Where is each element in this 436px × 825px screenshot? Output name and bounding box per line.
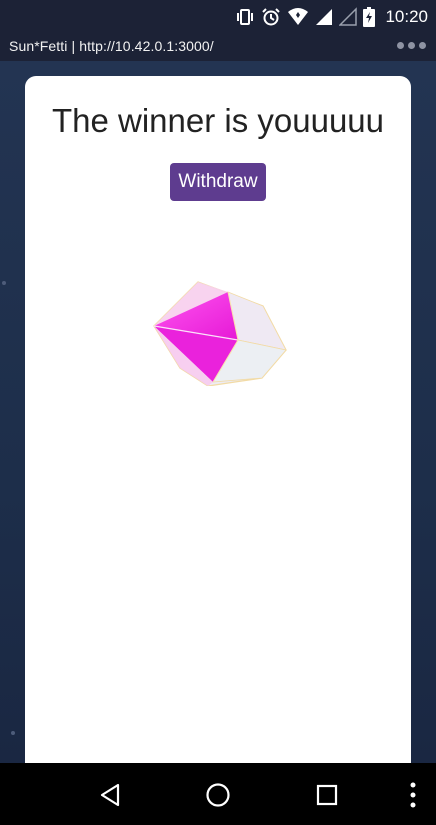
back-icon[interactable] (95, 780, 125, 810)
alarm-icon (261, 7, 281, 27)
home-icon[interactable] (203, 780, 233, 810)
vibrate-icon (235, 7, 255, 27)
gem-icon (150, 276, 290, 391)
wifi-icon (287, 7, 309, 27)
dot (408, 42, 415, 49)
dot (419, 42, 426, 49)
status-icons: 10:20 (235, 0, 428, 33)
signal-icon (315, 7, 333, 27)
status-time: 10:20 (385, 6, 428, 26)
browser-header: Sun*Fetti | http://10.42.0.1:3000/ (0, 33, 436, 61)
navigation-bar (0, 763, 436, 825)
dot (397, 42, 404, 49)
status-bar: 10:20 (0, 0, 436, 33)
signal-empty-icon (339, 6, 358, 27)
winner-heading: The winner is youuuuu (51, 102, 385, 139)
page-background: The winner is youuuuu Withdraw (0, 61, 436, 763)
more-dots-icon[interactable] (397, 42, 426, 49)
more-vert-icon[interactable] (398, 780, 428, 810)
withdraw-button[interactable]: Withdraw (170, 163, 266, 201)
winner-card: The winner is youuuuu Withdraw (25, 76, 411, 763)
background-dot (2, 281, 6, 285)
battery-charging-icon (363, 6, 376, 27)
page-title: Sun*Fetti | http://10.42.0.1:3000/ (9, 38, 214, 54)
recents-icon[interactable] (312, 780, 342, 810)
background-dot (11, 731, 15, 735)
